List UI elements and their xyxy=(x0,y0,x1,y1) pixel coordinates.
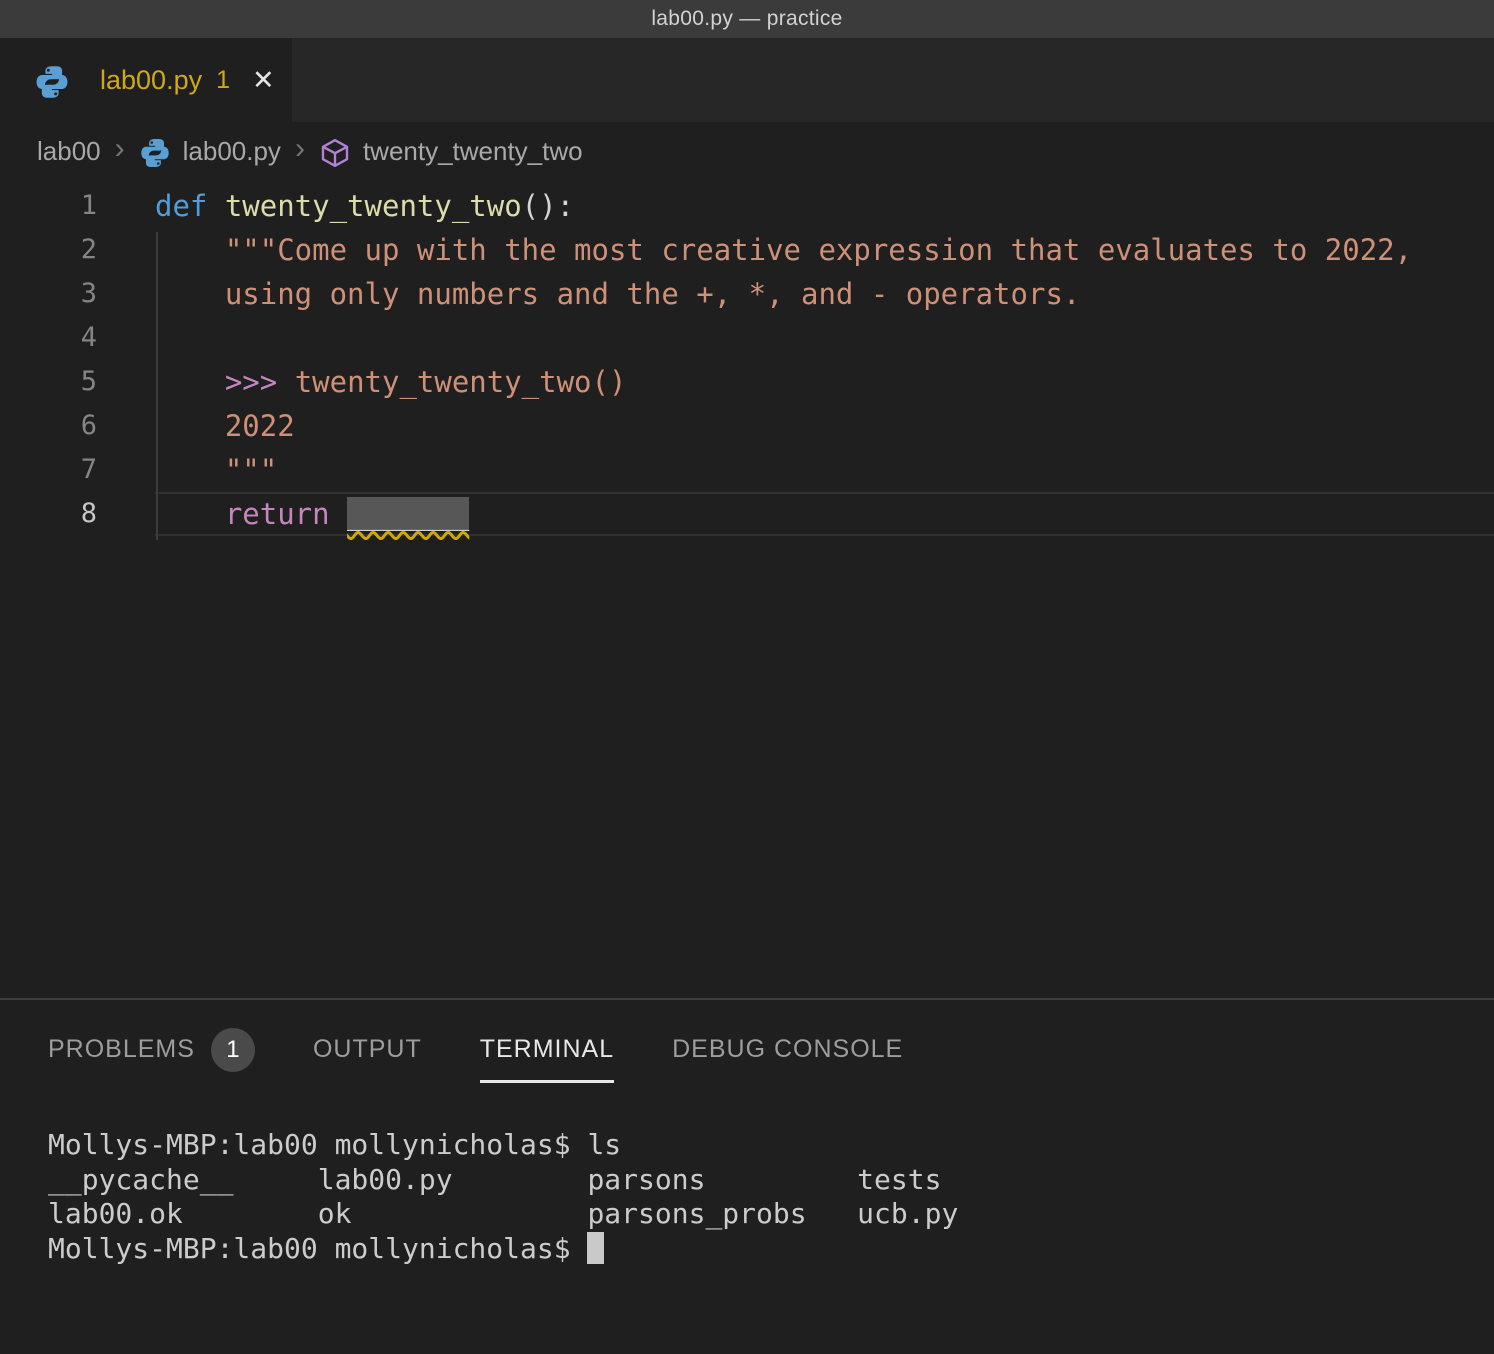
tab-filename: lab00.py xyxy=(100,65,202,96)
code-line-text: def twenty_twenty_two(): xyxy=(155,184,1494,228)
tab-output[interactable]: OUTPUT xyxy=(313,1035,422,1083)
tab-debug-console[interactable]: DEBUG CONSOLE xyxy=(672,1035,903,1083)
code-line-text: >>> twenty_twenty_two() xyxy=(155,360,1494,404)
code-token: return xyxy=(225,497,330,531)
code-lines: 1def twenty_twenty_two():2 """Come up wi… xyxy=(0,184,1494,536)
code-line-text: using only numbers and the +, *, and - o… xyxy=(155,272,1494,316)
code-line[interactable]: 1 def twenty_twenty_two(): xyxy=(0,184,1494,228)
code-token: twenty_twenty_two xyxy=(225,189,522,223)
terminal-line: __pycache__ lab00.py parsons tests xyxy=(48,1163,1494,1198)
code-token: 2022 xyxy=(225,409,295,443)
close-icon[interactable]: ✕ xyxy=(252,67,275,94)
breadcrumb-folder[interactable]: lab00 xyxy=(37,136,101,167)
titlebar: lab00.py — practice xyxy=(0,0,1494,38)
code-token xyxy=(155,453,225,487)
panel-tab-bar: PROBLEMS 1 OUTPUT TERMINAL DEBUG CONSOLE xyxy=(0,1000,1494,1092)
terminal-line: Mollys-MBP:lab00 mollynicholas$ ls xyxy=(48,1128,1494,1163)
tab-lab00py[interactable]: lab00.py 1 ✕ xyxy=(0,38,292,122)
code-token: twenty_twenty_two() xyxy=(277,365,626,399)
selected-blank: _______ xyxy=(347,497,469,531)
code-line-text xyxy=(155,316,1494,360)
breadcrumb-file[interactable]: lab00.py xyxy=(183,136,281,167)
terminal[interactable]: Mollys-MBP:lab00 mollynicholas$ ls__pyca… xyxy=(0,1092,1494,1354)
code-line-text: 2022 xyxy=(155,404,1494,448)
code-token: (): xyxy=(522,189,574,223)
code-line[interactable]: 5 >>> twenty_twenty_two() xyxy=(0,360,1494,404)
symbol-cube-icon xyxy=(319,137,351,169)
code-token xyxy=(155,497,225,531)
code-line[interactable]: 8 return _______ xyxy=(0,492,1494,536)
code-token: """Come up with the most creative expres… xyxy=(225,233,1412,267)
problems-count-badge: 1 xyxy=(211,1028,255,1072)
code-line-text: """Come up with the most creative expres… xyxy=(155,228,1494,272)
code-line[interactable]: 3 using only numbers and the +, *, and -… xyxy=(0,272,1494,316)
line-number: 5 xyxy=(0,360,97,404)
chevron-right-icon: › xyxy=(115,134,125,168)
code-line[interactable]: 7 """ xyxy=(0,448,1494,492)
code-token xyxy=(330,497,347,531)
code-editor[interactable]: 1def twenty_twenty_two():2 """Come up wi… xyxy=(0,180,1494,998)
line-number: 8 xyxy=(0,492,97,536)
panel-tab-label: TERMINAL xyxy=(480,1035,614,1064)
code-token xyxy=(155,409,225,443)
code-line-text: return _______ xyxy=(155,492,1494,536)
window-title: lab00.py — practice xyxy=(651,7,842,31)
line-number: 2 xyxy=(0,228,97,272)
line-number: 3 xyxy=(0,272,97,316)
line-number: 7 xyxy=(0,448,97,492)
line-number: 1 xyxy=(0,184,97,228)
breadcrumb: lab00 › lab00.py › twenty_twenty_two xyxy=(0,122,1494,180)
tab-bar: lab00.py 1 ✕ xyxy=(0,38,1494,122)
line-number: 6 xyxy=(0,404,97,448)
terminal-cursor xyxy=(587,1232,604,1264)
code-line[interactable]: 6 2022 xyxy=(0,404,1494,448)
tab-problem-count: 1 xyxy=(216,66,230,95)
code-line-text: """ xyxy=(155,448,1494,492)
code-token: using only numbers and the +, *, and - o… xyxy=(225,277,1081,311)
python-icon xyxy=(34,64,70,100)
tab-problems[interactable]: PROBLEMS 1 xyxy=(48,1028,255,1091)
terminal-line: Mollys-MBP:lab00 mollynicholas$ xyxy=(48,1232,1494,1267)
code-token: >>> xyxy=(225,365,277,399)
code-token: """ xyxy=(225,453,277,487)
code-token xyxy=(155,365,225,399)
terminal-line: lab00.ok ok parsons_probs ucb.py xyxy=(48,1197,1494,1232)
line-number: 4 xyxy=(0,316,97,360)
indent-guide xyxy=(156,232,158,540)
breadcrumb-symbol[interactable]: twenty_twenty_two xyxy=(363,136,583,167)
bottom-panel: PROBLEMS 1 OUTPUT TERMINAL DEBUG CONSOLE… xyxy=(0,998,1494,1354)
chevron-right-icon: › xyxy=(295,134,305,168)
panel-tab-label: PROBLEMS xyxy=(48,1035,195,1064)
tab-terminal[interactable]: TERMINAL xyxy=(480,1035,614,1083)
code-token xyxy=(155,233,225,267)
python-icon xyxy=(139,137,171,169)
panel-tab-label: DEBUG CONSOLE xyxy=(672,1035,903,1064)
vscode-window: lab00.py — practice lab00.py 1 ✕ lab00 › xyxy=(0,0,1494,1354)
panel-tab-label: OUTPUT xyxy=(313,1035,422,1064)
code-line[interactable]: 4 xyxy=(0,316,1494,360)
code-token xyxy=(155,277,225,311)
code-token: def xyxy=(155,189,225,223)
code-line[interactable]: 2 """Come up with the most creative expr… xyxy=(0,228,1494,272)
